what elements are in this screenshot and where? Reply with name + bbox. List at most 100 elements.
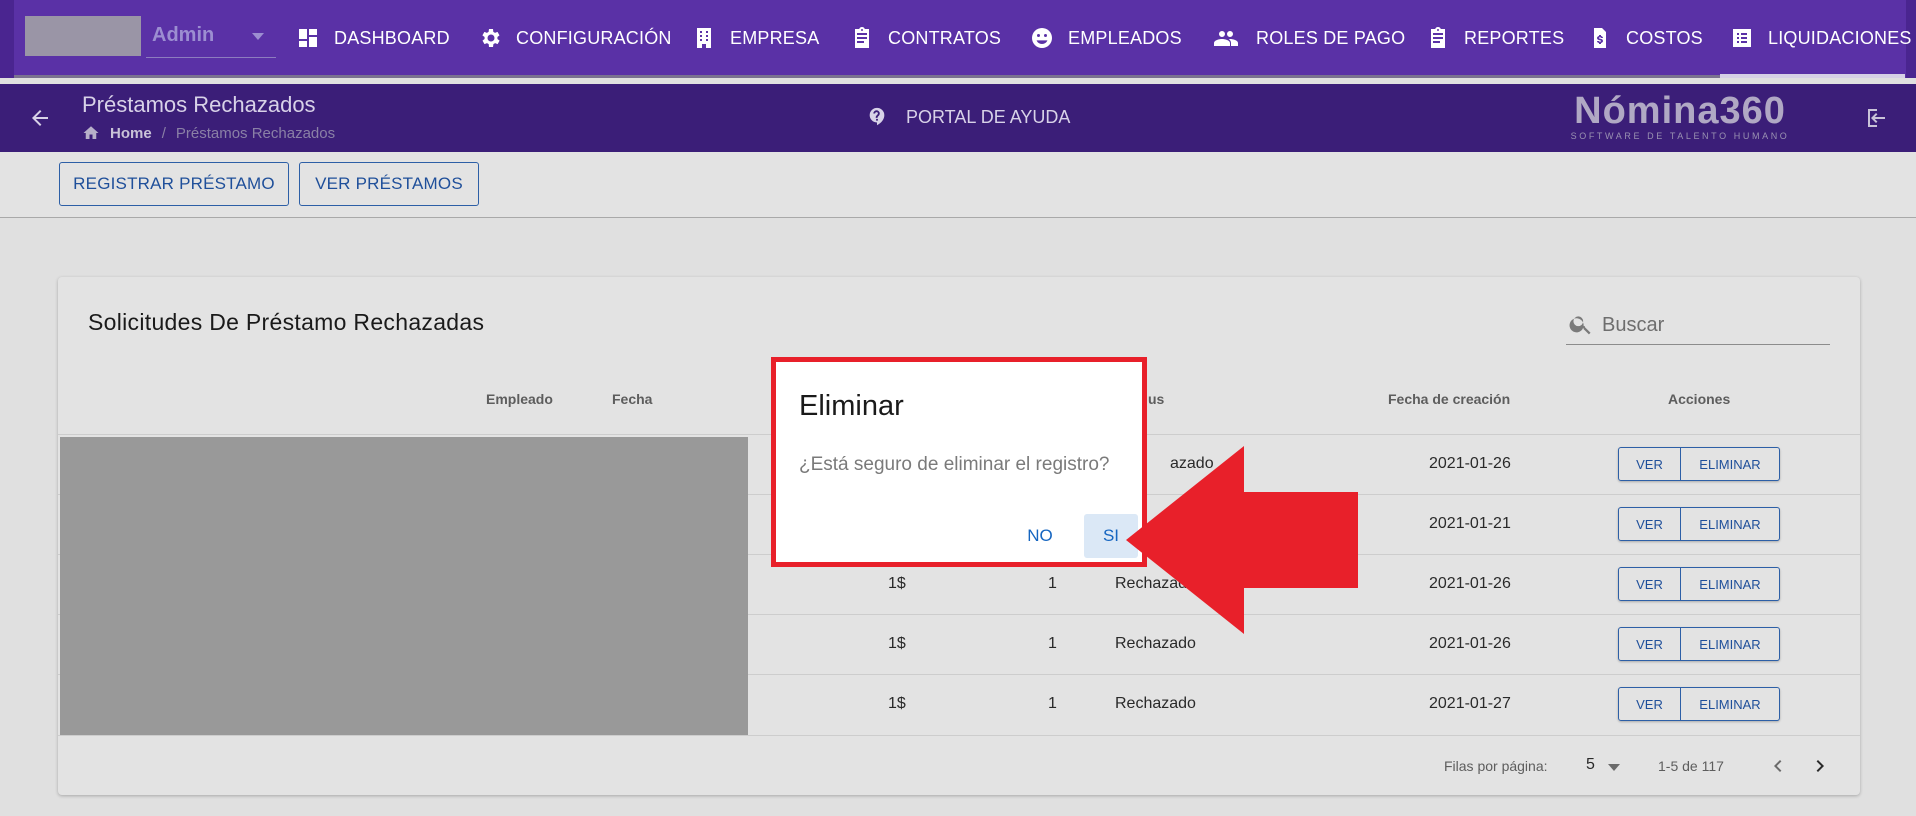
search-placeholder: Buscar bbox=[1602, 314, 1665, 336]
nav-scrollbar[interactable] bbox=[14, 75, 1720, 78]
breadcrumb-current: Préstamos Rechazados bbox=[175, 124, 336, 142]
role-select-value: Admin bbox=[152, 24, 215, 46]
delete-button[interactable]: ELIMINAR bbox=[1681, 688, 1779, 720]
amount-cell: 1$ bbox=[888, 695, 906, 712]
delete-button[interactable]: ELIMINAR bbox=[1681, 448, 1779, 480]
list-icon bbox=[1733, 29, 1751, 47]
arrow-left-icon[interactable] bbox=[28, 106, 52, 130]
created-cell: 2021-01-26 bbox=[1429, 575, 1511, 592]
card-title: Solicitudes De Préstamo Rechazadas bbox=[88, 309, 485, 335]
status-cell: Rechazado bbox=[1115, 635, 1196, 652]
search-icon bbox=[1569, 316, 1591, 335]
table-pagination: Filas por página: 5 1-5 de 117 bbox=[58, 735, 1860, 795]
row-actions: VER ELIMINAR bbox=[1618, 567, 1780, 601]
breadcrumb-separator: / bbox=[161, 124, 166, 142]
role-select[interactable]: Admin bbox=[146, 16, 276, 58]
logo-brand: Nómina360 bbox=[1574, 90, 1786, 132]
nav-contratos[interactable]: CONTRATOS bbox=[850, 20, 1001, 56]
quantity-cell: 1 bbox=[1048, 695, 1057, 712]
nav-dashboard[interactable]: DASHBOARD bbox=[296, 20, 450, 56]
column-header-employee[interactable]: Empleado bbox=[486, 391, 553, 407]
nav-costos[interactable]: COSTOS bbox=[1588, 20, 1703, 56]
delete-confirmation-dialog: Eliminar ¿Está seguro de eliminar el reg… bbox=[771, 357, 1147, 567]
created-cell: 2021-01-26 bbox=[1429, 455, 1511, 472]
quantity-cell: 1 bbox=[1048, 635, 1057, 652]
clipboard-icon bbox=[1431, 27, 1445, 48]
created-cell: 2021-01-27 bbox=[1429, 695, 1511, 712]
row-actions: VER ELIMINAR bbox=[1618, 687, 1780, 721]
delete-button[interactable]: ELIMINAR bbox=[1681, 628, 1779, 660]
no-button[interactable]: NO bbox=[1016, 514, 1064, 558]
dashboard-icon bbox=[299, 29, 317, 47]
column-header-created[interactable]: Fecha de creación bbox=[1388, 391, 1510, 407]
delete-button[interactable]: ELIMINAR bbox=[1681, 508, 1779, 540]
nav-empleados[interactable]: EMPLEADOS bbox=[1030, 20, 1182, 56]
dialog-message: ¿Está seguro de eliminar el registro? bbox=[799, 454, 1110, 475]
view-loans-button[interactable]: VER PRÉSTAMOS bbox=[299, 162, 479, 206]
nav-liquidaciones-label: LIQUIDACIONES bbox=[1768, 27, 1912, 48]
view-button[interactable]: VER bbox=[1619, 688, 1681, 720]
row-actions: VER ELIMINAR bbox=[1618, 447, 1780, 481]
building-icon bbox=[697, 28, 711, 48]
nav-roles-de-pago-label: ROLES DE PAGO bbox=[1256, 27, 1406, 48]
annotation-arrow-icon bbox=[1126, 446, 1358, 634]
search-input[interactable]: Buscar bbox=[1566, 305, 1830, 345]
help-icon bbox=[869, 107, 885, 126]
face-icon bbox=[1032, 28, 1052, 48]
view-button[interactable]: VER bbox=[1619, 628, 1681, 660]
column-header-actions: Acciones bbox=[1668, 391, 1731, 407]
nav-empresa-label: EMPRESA bbox=[730, 27, 820, 48]
amount-cell: 1$ bbox=[888, 635, 906, 652]
view-button[interactable]: VER bbox=[1619, 508, 1681, 540]
column-header-date[interactable]: Fecha bbox=[612, 391, 652, 407]
nav-configuracion[interactable]: CONFIGURACIÓN bbox=[478, 20, 672, 56]
row-actions: VER ELIMINAR bbox=[1618, 507, 1780, 541]
help-portal-label: PORTAL DE AYUDA bbox=[906, 106, 1071, 127]
nav-reportes[interactable]: REPORTES bbox=[1426, 20, 1564, 56]
row-actions: VER ELIMINAR bbox=[1618, 627, 1780, 661]
breadcrumb: Home / Préstamos Rechazados bbox=[82, 124, 335, 142]
chevron-right-icon[interactable] bbox=[1808, 754, 1832, 778]
nav-reportes-label: REPORTES bbox=[1464, 27, 1565, 48]
created-cell: 2021-01-26 bbox=[1429, 635, 1511, 652]
nav-active-indicator bbox=[1720, 74, 1905, 78]
pagination-range: 1-5 de 117 bbox=[1658, 758, 1724, 774]
chevron-left-icon[interactable] bbox=[1766, 754, 1790, 778]
money-document-icon bbox=[1594, 28, 1606, 48]
logo: Nómina360 SOFTWARE DE TALENTO HUMANO bbox=[1565, 90, 1795, 141]
redacted-area bbox=[60, 437, 748, 735]
created-cell: 2021-01-21 bbox=[1429, 515, 1511, 532]
delete-button[interactable]: ELIMINAR bbox=[1681, 568, 1779, 600]
nav-liquidaciones[interactable]: LIQUIDACIONES bbox=[1730, 20, 1912, 56]
gear-icon bbox=[482, 29, 500, 47]
breadcrumb-home[interactable]: Home bbox=[110, 125, 152, 142]
top-navigation: Admin DASHBOARD CONFIGURACIÓN EMPRESA CO… bbox=[0, 0, 1916, 78]
chevron-down-icon bbox=[252, 33, 264, 40]
help-portal-link[interactable]: PORTAL DE AYUDA bbox=[866, 106, 1070, 128]
page-header: Préstamos Rechazados Home / Préstamos Re… bbox=[0, 84, 1916, 152]
dialog-title: Eliminar bbox=[799, 390, 904, 422]
view-button[interactable]: VER bbox=[1619, 448, 1681, 480]
rows-per-page-select[interactable]: 5 bbox=[1586, 756, 1595, 774]
page-title: Préstamos Rechazados bbox=[82, 92, 316, 117]
rows-per-page-label: Filas por página: bbox=[1444, 758, 1548, 774]
nav-empresa[interactable]: EMPRESA bbox=[692, 20, 819, 56]
people-icon bbox=[1214, 31, 1238, 46]
logout-icon[interactable] bbox=[1866, 106, 1890, 130]
quantity-cell: 1 bbox=[1048, 575, 1057, 592]
nav-empleados-label: EMPLEADOS bbox=[1068, 27, 1182, 48]
nav-dashboard-label: DASHBOARD bbox=[334, 27, 450, 48]
avatar[interactable] bbox=[25, 16, 141, 56]
clipboard-icon bbox=[855, 27, 869, 48]
column-header-status[interactable]: us bbox=[1148, 391, 1164, 407]
nav-roles-de-pago[interactable]: ROLES DE PAGO bbox=[1210, 20, 1405, 56]
action-bar: REGISTRAR PRÉSTAMO VER PRÉSTAMOS bbox=[0, 152, 1916, 218]
home-icon bbox=[83, 126, 99, 139]
amount-cell: 1$ bbox=[888, 575, 906, 592]
nav-costos-label: COSTOS bbox=[1626, 27, 1703, 48]
view-button[interactable]: VER bbox=[1619, 568, 1681, 600]
register-loan-button[interactable]: REGISTRAR PRÉSTAMO bbox=[59, 162, 289, 206]
status-cell: Rechazado bbox=[1115, 695, 1196, 712]
logo-tagline: SOFTWARE DE TALENTO HUMANO bbox=[1570, 131, 1790, 141]
chevron-down-icon[interactable] bbox=[1608, 764, 1620, 771]
